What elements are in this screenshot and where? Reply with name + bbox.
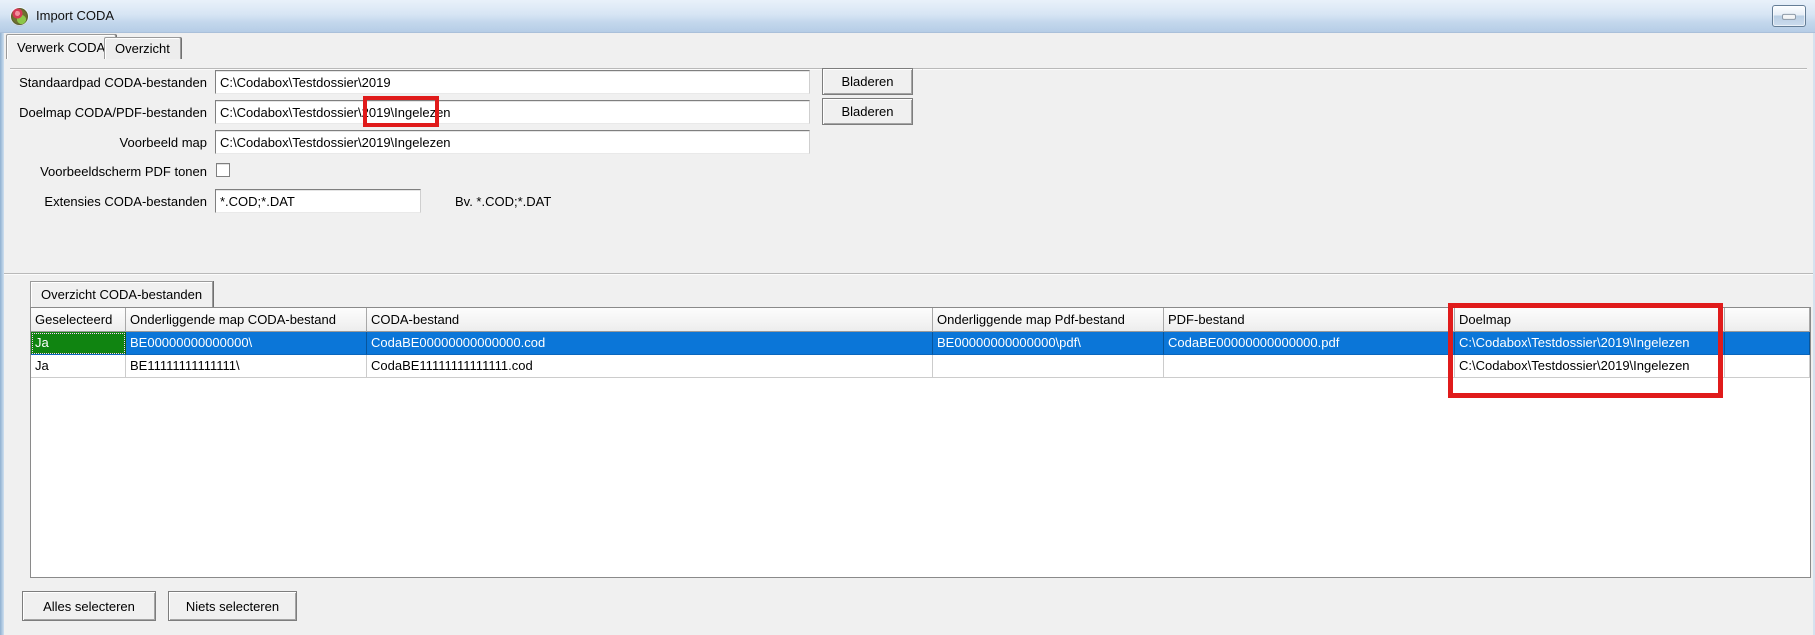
- column-header-doelmap[interactable]: Doelmap: [1455, 308, 1725, 332]
- label-doelmap: Doelmap CODA/PDF-bestanden: [7, 105, 207, 120]
- cell-filler: [1725, 355, 1810, 378]
- section-separator: [4, 273, 1813, 275]
- minimize-button[interactable]: [1772, 5, 1806, 27]
- table-row[interactable]: Ja BE00000000000000\ CodaBE0000000000000…: [31, 332, 1810, 355]
- cell-pdf-bestand: [1164, 355, 1455, 378]
- coda-files-table: Geselecteerd Onderliggende map CODA-best…: [30, 307, 1811, 578]
- column-header-onderliggende-map-coda[interactable]: Onderliggende map CODA-bestand: [126, 308, 367, 332]
- select-none-button[interactable]: Niets selecteren: [168, 591, 297, 621]
- voorbeeldscherm-checkbox[interactable]: [216, 163, 230, 177]
- bladeren-button-1[interactable]: Bladeren: [822, 68, 913, 95]
- cell-coda-bestand: CodaBE11111111111111.cod: [367, 355, 933, 378]
- cell-geselecteerd: Ja: [31, 355, 126, 378]
- table-row[interactable]: Ja BE11111111111111\ CodaBE1111111111111…: [31, 355, 1810, 378]
- label-extensies: Extensies CODA-bestanden: [7, 194, 207, 209]
- titlebar: Import CODA: [0, 0, 1815, 33]
- tab-verwerk-coda[interactable]: Verwerk CODA: [6, 34, 116, 59]
- select-all-button[interactable]: Alles selecteren: [22, 591, 156, 621]
- label-voorbeeldscherm: Voorbeeldscherm PDF tonen: [7, 164, 207, 179]
- tab-overzicht-coda-bestanden[interactable]: Overzicht CODA-bestanden: [30, 281, 213, 307]
- cell-pdf-bestand: CodaBE00000000000000.pdf: [1164, 332, 1455, 355]
- cell-doelmap: C:\Codabox\Testdossier\2019\Ingelezen: [1455, 355, 1725, 378]
- doelmap-input[interactable]: [215, 100, 810, 124]
- standaardpad-input[interactable]: [215, 70, 810, 94]
- cell-doelmap: C:\Codabox\Testdossier\2019\Ingelezen: [1455, 332, 1725, 355]
- bladeren-button-2[interactable]: Bladeren: [822, 98, 913, 125]
- extensies-hint: Bv. *.COD;*.DAT: [455, 194, 551, 209]
- cell-geselecteerd: Ja: [31, 332, 126, 355]
- extensies-input[interactable]: [215, 189, 421, 213]
- column-header-pdf-bestand[interactable]: PDF-bestand: [1164, 308, 1455, 332]
- cell-filler: [1725, 332, 1810, 355]
- voorbeeld-map-input[interactable]: [215, 130, 810, 154]
- column-header-coda-bestand[interactable]: CODA-bestand: [367, 308, 933, 332]
- window-left-border: [0, 33, 4, 635]
- column-header-onderliggende-map-pdf[interactable]: Onderliggende map Pdf-bestand: [933, 308, 1164, 332]
- minimize-icon: [1782, 14, 1796, 20]
- cell-map-coda: BE00000000000000\: [126, 332, 367, 355]
- table-header-row: Geselecteerd Onderliggende map CODA-best…: [31, 308, 1810, 332]
- label-voorbeeld-map: Voorbeeld map: [7, 135, 207, 150]
- import-coda-window: Import CODA Verwerk CODA Overzicht Stand…: [0, 0, 1815, 635]
- cell-map-pdf: [933, 355, 1164, 378]
- cell-map-coda: BE11111111111111\: [126, 355, 367, 378]
- tab-overzicht[interactable]: Overzicht: [104, 37, 181, 59]
- window-title: Import CODA: [36, 8, 114, 23]
- cell-map-pdf: BE00000000000000\pdf\: [933, 332, 1164, 355]
- app-icon: [11, 8, 28, 25]
- column-header-filler: [1725, 308, 1810, 332]
- column-header-geselecteerd[interactable]: Geselecteerd: [31, 308, 126, 332]
- cell-coda-bestand: CodaBE00000000000000.cod: [367, 332, 933, 355]
- label-standaardpad: Standaardpad CODA-bestanden: [7, 75, 207, 90]
